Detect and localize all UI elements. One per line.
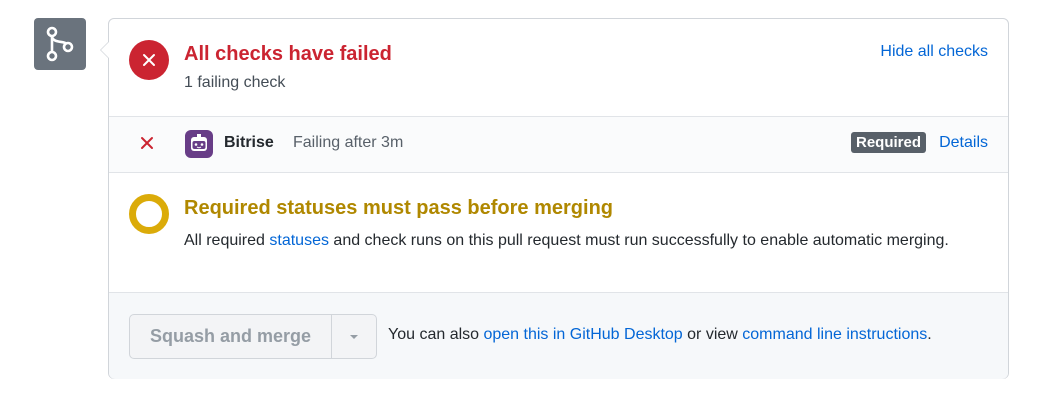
- required-statuses-title: Required statuses must pass before mergi…: [184, 197, 614, 219]
- note-middle: or view: [682, 326, 743, 343]
- required-badge: Required: [850, 132, 926, 153]
- merge-section: Squash and merge You can also open this …: [109, 292, 1008, 379]
- check-name: Bitrise: [224, 134, 274, 151]
- check-row: Bitrise Failing after 3m Required Detail…: [109, 116, 1008, 173]
- statuses-link[interactable]: statuses: [269, 232, 329, 249]
- command-line-instructions-link[interactable]: command line instructions: [742, 326, 927, 343]
- merge-alternatives-note: You can also open this in GitHub Desktop…: [388, 326, 932, 344]
- git-merge-icon: [34, 18, 86, 70]
- check-description: Failing after 3m: [293, 134, 404, 151]
- open-in-github-desktop-link[interactable]: open this in GitHub Desktop: [483, 326, 682, 343]
- required-statuses-body: All required statuses and check runs on …: [184, 228, 994, 253]
- merge-status-panel: All checks have failed 1 failing check H…: [100, 18, 1009, 379]
- x-circle-icon: [129, 40, 169, 80]
- hide-all-checks-link[interactable]: Hide all checks: [880, 43, 988, 61]
- details-link[interactable]: Details: [939, 134, 988, 152]
- merge-button-group: Squash and merge: [129, 314, 377, 359]
- bitrise-logo-icon: [185, 130, 213, 158]
- squash-and-merge-button[interactable]: Squash and merge: [129, 314, 332, 359]
- note-prefix: You can also: [388, 326, 484, 343]
- checks-status-section: All checks have failed 1 failing check H…: [109, 19, 1008, 116]
- body-text-suffix: and check runs on this pull request must…: [328, 232, 949, 249]
- x-icon: [140, 134, 154, 154]
- pending-ring-icon: [129, 194, 169, 234]
- merge-method-dropdown[interactable]: [332, 314, 377, 359]
- triangle-down-icon: [350, 334, 358, 339]
- note-suffix: .: [927, 326, 932, 343]
- body-text-prefix: All required: [184, 232, 270, 249]
- checks-status-title: All checks have failed: [184, 43, 392, 65]
- required-statuses-section: Required statuses must pass before mergi…: [109, 173, 1008, 292]
- checks-status-subtitle: 1 failing check: [184, 74, 286, 91]
